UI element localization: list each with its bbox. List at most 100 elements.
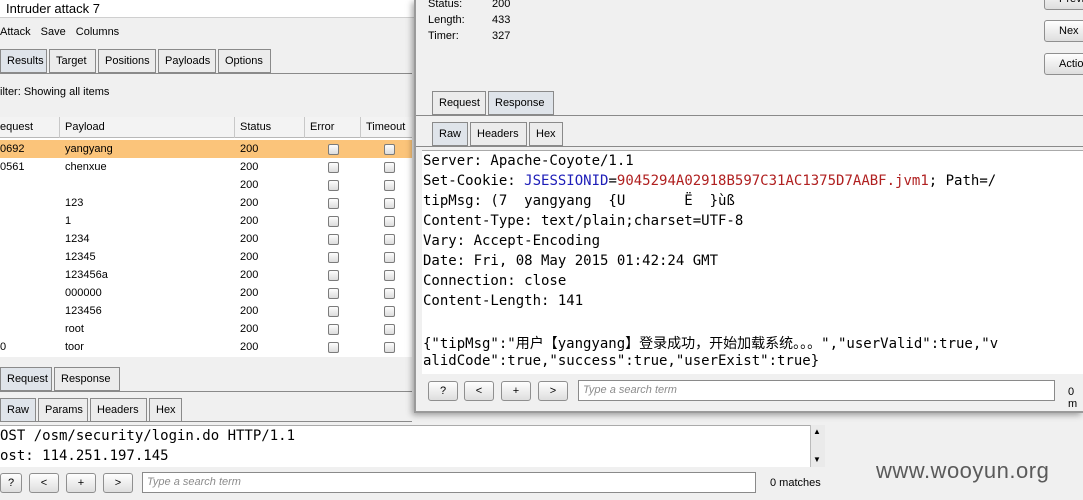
table-row[interactable]: root 200	[0, 320, 412, 338]
next-button[interactable]: >	[103, 473, 133, 493]
cell-status: 200	[240, 179, 259, 191]
error-checkbox[interactable]	[328, 324, 339, 335]
tab-target[interactable]: Target	[49, 49, 96, 73]
table-row[interactable]: 1234 200	[0, 230, 412, 248]
timeout-checkbox[interactable]	[384, 270, 395, 281]
tab-payloads[interactable]: Payloads	[158, 49, 216, 73]
cell-status: 200	[240, 161, 259, 173]
search-input[interactable]: Type a search term	[578, 380, 1055, 401]
help-button[interactable]: ?	[0, 473, 22, 493]
tab-request[interactable]: Request	[0, 367, 52, 391]
table-row[interactable]: 0692 yangyang 200	[0, 140, 412, 158]
previous-button[interactable]: <	[29, 473, 59, 493]
vertical-scrollbar[interactable]: ▲ ▼	[810, 425, 825, 467]
tab-raw[interactable]: Raw	[0, 398, 36, 422]
scroll-down-icon[interactable]: ▼	[813, 455, 821, 464]
tab-headers[interactable]: Headers	[90, 398, 147, 422]
next-button[interactable]: >	[538, 381, 568, 401]
menu-columns[interactable]: Columns	[76, 26, 119, 38]
table-row[interactable]: 123456 200	[0, 302, 412, 320]
tab-hex[interactable]: Hex	[529, 122, 563, 146]
col-status[interactable]: Status	[240, 121, 271, 133]
menu-attack[interactable]: Attack	[0, 26, 31, 38]
table-row[interactable]: 0 toor 200	[0, 338, 412, 356]
header-tipmsg: tipMsg: (7 yangyang {U Ë }ùß	[423, 193, 735, 209]
search-input[interactable]: Type a search term	[142, 472, 756, 493]
error-checkbox[interactable]	[328, 270, 339, 281]
cell-status: 200	[240, 143, 259, 155]
timeout-checkbox[interactable]	[384, 306, 395, 317]
next-result-button[interactable]: Nex	[1044, 20, 1083, 42]
previous-result-button[interactable]: Previ	[1044, 0, 1083, 10]
timeout-checkbox[interactable]	[384, 198, 395, 209]
timeout-checkbox[interactable]	[384, 324, 395, 335]
tab-response[interactable]: Response	[54, 367, 120, 391]
header-content-length: Content-Length: 141	[423, 293, 584, 309]
cell-request: 0561	[0, 161, 25, 173]
col-payload[interactable]: Payload	[65, 121, 105, 133]
error-checkbox[interactable]	[328, 306, 339, 317]
table-row[interactable]: 0561 chenxue 200	[0, 158, 412, 176]
error-checkbox[interactable]	[328, 180, 339, 191]
status-value: 200	[492, 0, 511, 10]
timeout-checkbox[interactable]	[384, 252, 395, 263]
timeout-checkbox[interactable]	[384, 144, 395, 155]
timeout-checkbox[interactable]	[384, 288, 395, 299]
col-timeout[interactable]: Timeout	[366, 121, 405, 133]
watermark: www.wooyun.org	[876, 458, 1050, 483]
table-row[interactable]: 123456a 200	[0, 266, 412, 284]
table-row[interactable]: 1 200	[0, 212, 412, 230]
error-checkbox[interactable]	[328, 342, 339, 353]
table-row[interactable]: 12345 200	[0, 248, 412, 266]
tab-results[interactable]: Results	[0, 49, 47, 73]
error-checkbox[interactable]	[328, 216, 339, 227]
cell-status: 200	[240, 341, 259, 353]
error-checkbox[interactable]	[328, 252, 339, 263]
help-button[interactable]: ?	[428, 381, 458, 401]
cell-payload: 000000	[65, 287, 102, 299]
filter-bar[interactable]: ilter: Showing all items	[0, 86, 109, 98]
timeout-checkbox[interactable]	[384, 216, 395, 227]
tab-hex[interactable]: Hex	[149, 398, 182, 422]
menu-save[interactable]: Save	[41, 26, 66, 38]
tab-positions[interactable]: Positions	[98, 49, 156, 73]
table-row[interactable]: 200	[0, 176, 412, 194]
table-row[interactable]: 123 200	[0, 194, 412, 212]
menu-bar: Attack Save Columns	[0, 26, 126, 42]
col-request[interactable]: equest	[0, 121, 33, 133]
request-editor[interactable]: OST /osm/security/login.do HTTP/1.1 ost:…	[0, 425, 810, 467]
cookie-prefix: Set-Cookie:	[423, 173, 525, 189]
response-editor[interactable]: Server: Apache-Coyote/1.1 Set-Cookie: JS…	[422, 150, 1083, 374]
tab-request[interactable]: Request	[432, 91, 486, 115]
table-row[interactable]: 000000 200	[0, 284, 412, 302]
tab-params[interactable]: Params	[38, 398, 88, 422]
error-checkbox[interactable]	[328, 198, 339, 209]
add-button[interactable]: +	[501, 381, 531, 401]
error-checkbox[interactable]	[328, 144, 339, 155]
error-checkbox[interactable]	[328, 234, 339, 245]
tab-response[interactable]: Response	[488, 91, 554, 115]
action-button[interactable]: Actio	[1044, 53, 1083, 75]
error-checkbox[interactable]	[328, 288, 339, 299]
timeout-checkbox[interactable]	[384, 162, 395, 173]
tab-raw[interactable]: Raw	[432, 122, 468, 146]
timeout-checkbox[interactable]	[384, 180, 395, 191]
col-error[interactable]: Error	[310, 121, 334, 133]
cell-status: 200	[240, 215, 259, 227]
match-count: 0 m	[1068, 386, 1078, 410]
timeout-checkbox[interactable]	[384, 342, 395, 353]
cell-payload: 1	[65, 215, 72, 227]
cell-request: 0	[0, 341, 7, 353]
tab-headers[interactable]: Headers	[470, 122, 527, 146]
previous-button[interactable]: <	[464, 381, 494, 401]
tab-options[interactable]: Options	[218, 49, 271, 73]
cell-payload: 123	[65, 197, 84, 209]
scroll-up-icon[interactable]: ▲	[813, 427, 821, 436]
timeout-checkbox[interactable]	[384, 234, 395, 245]
error-checkbox[interactable]	[328, 162, 339, 173]
table-header: equest Payload Status Error Timeout	[0, 117, 412, 138]
status-label: Status:	[428, 0, 463, 10]
add-button[interactable]: +	[66, 473, 96, 493]
tab-underline	[0, 73, 412, 74]
cell-status: 200	[240, 287, 259, 299]
